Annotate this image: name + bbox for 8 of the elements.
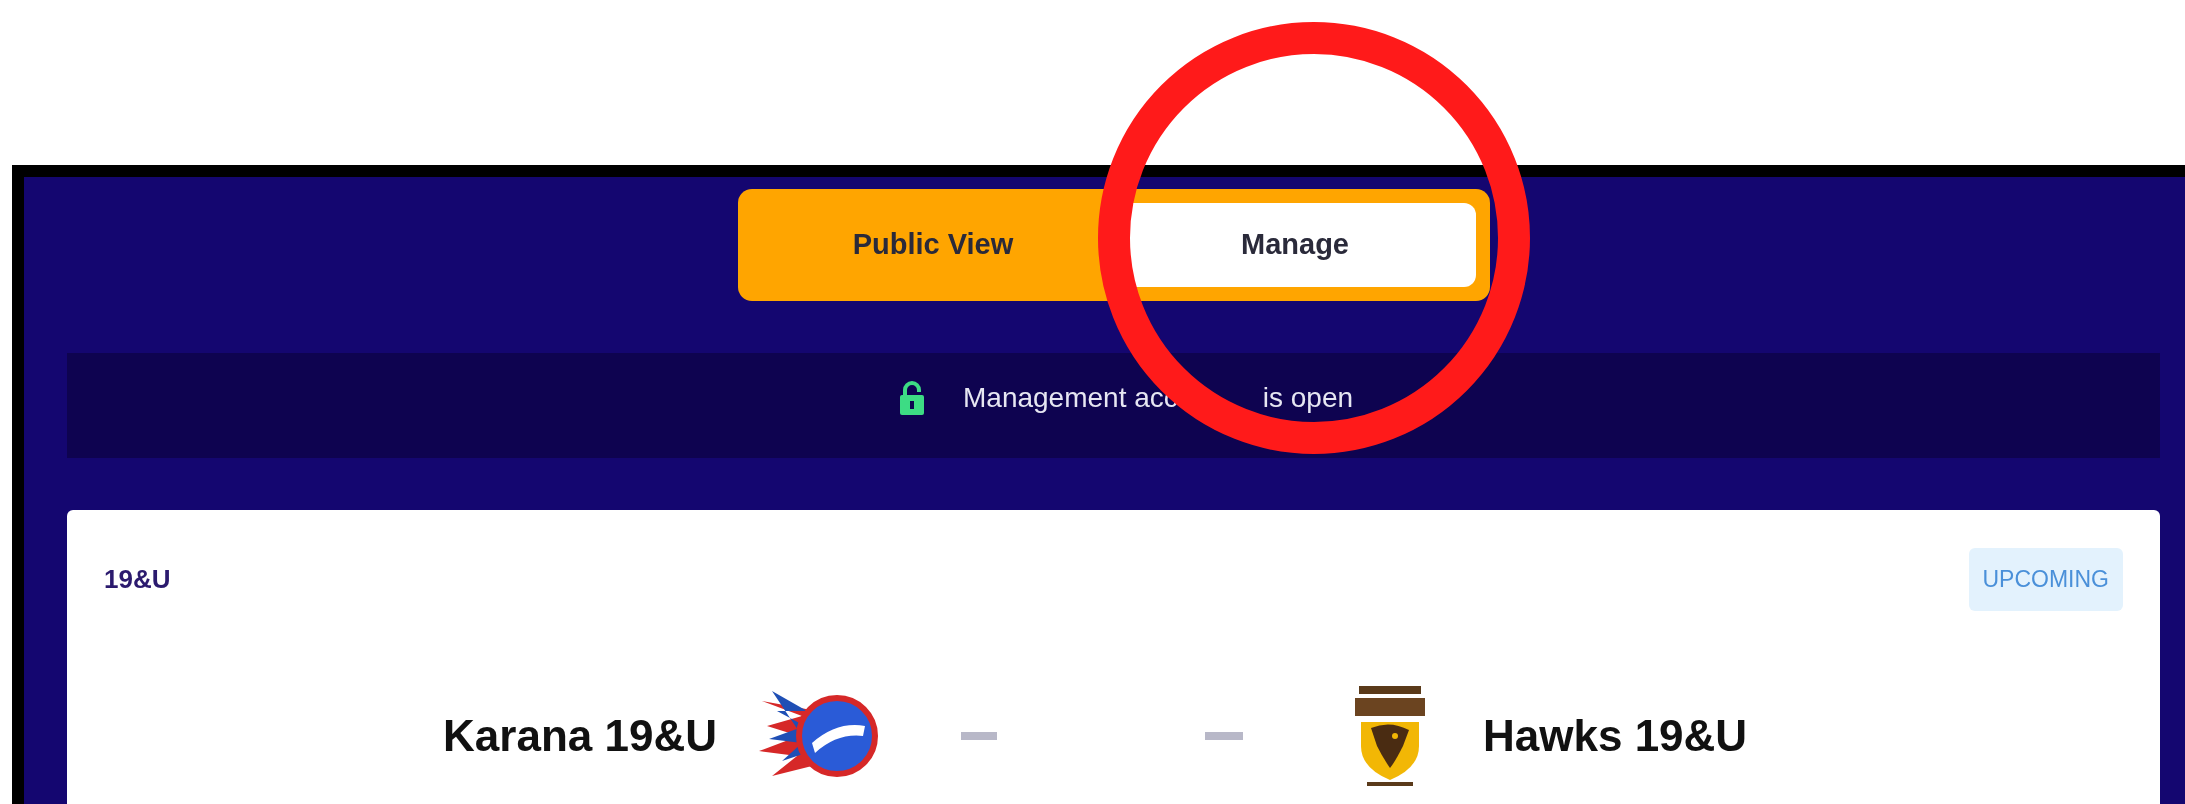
view-tab[interactable]: Public View bbox=[752, 203, 1114, 287]
access-status-text: is open bbox=[1262, 380, 1354, 415]
division-label: 19&U bbox=[104, 562, 171, 596]
status-badge: UPCOMING bbox=[1968, 548, 2123, 611]
score-placeholder bbox=[1205, 731, 1243, 740]
score-placeholder bbox=[961, 731, 997, 740]
team-name: Karana 19&U bbox=[442, 709, 717, 762]
team-name: Hawks 19&U bbox=[1483, 709, 1748, 762]
